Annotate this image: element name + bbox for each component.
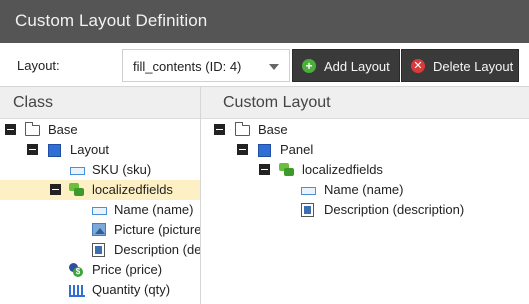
tree-node-label: Price (price) [92,262,163,277]
tree-node-name[interactable]: Name (name) [0,200,200,220]
input-field-icon [70,167,85,175]
tree-node-label: Picture (picture [114,222,201,237]
delete-layout-button[interactable]: ✕ Delete Layout [401,49,519,82]
textarea-icon [92,243,105,257]
tree-node-description[interactable]: Description (description) [201,200,529,220]
class-panel-title: Class [13,94,54,111]
custom-layout-panel-header: Custom Layout [201,87,529,119]
price-icon [69,263,83,277]
tree-node-localizedfields[interactable]: localizedfields [201,160,529,180]
layout-toolbar: Layout: fill_contents (ID: 4) + Add Layo… [0,43,529,87]
tree-node-label: SKU (sku) [92,162,152,177]
localizedfields-icon [69,183,85,198]
layout-label: Layout: [17,58,60,73]
input-field-icon [301,187,316,195]
delete-layout-label: Delete Layout [433,59,514,74]
localizedfields-icon [279,163,295,178]
class-panel: Class Base Layout SKU (sku) localizedfie… [0,87,201,304]
layout-select-value: fill_contents (ID: 4) [133,59,242,74]
folder-icon [235,122,250,136]
tree-node-label: Name (name) [324,182,404,197]
tree-node-label: localizedfields [302,162,383,177]
plus-icon: + [302,59,316,73]
tree-node-description[interactable]: Description (de [0,240,201,260]
class-panel-header: Class [0,87,200,119]
tree-node-picture[interactable]: Picture (picture [0,220,201,240]
add-layout-label: Add Layout [324,59,390,74]
collapse-toggle-icon[interactable] [50,184,61,195]
layout-select[interactable]: fill_contents (ID: 4) [122,49,290,82]
window-title: Custom Layout Definition [15,11,208,30]
textarea-icon [301,203,314,217]
folder-icon [25,122,40,136]
tree-node-panel[interactable]: Panel [201,140,529,160]
tree-node-label: Quantity (qty) [92,282,171,297]
tree-node-label: Name (name) [114,202,194,217]
tree-node-label: Description (description) [324,202,465,217]
collapse-toggle-icon[interactable] [259,164,270,175]
tree-node-layout[interactable]: Layout [0,140,200,160]
tree-node-localizedfields[interactable]: localizedfields [0,180,200,200]
chevron-down-icon[interactable] [269,64,279,70]
collapse-toggle-icon[interactable] [5,124,16,135]
layout-icon [48,144,61,157]
tree-node-label: Base [258,122,288,137]
tree-node-price[interactable]: Price (price) [0,260,200,280]
panel-icon [258,144,271,157]
tree-node-label: Description (de [114,242,201,257]
tree-node-label: Panel [280,142,314,157]
tree-node-base[interactable]: Base [0,120,200,140]
tree-node-label: Base [48,122,78,137]
tree-node-name[interactable]: Name (name) [201,180,529,200]
custom-layout-panel-title: Custom Layout [223,94,331,111]
tree-node-base[interactable]: Base [201,120,529,140]
collapse-toggle-icon[interactable] [214,124,225,135]
tree-node-quantity[interactable]: Quantity (qty) [0,280,200,300]
collapse-toggle-icon[interactable] [237,144,248,155]
tree-node-label: localizedfields [92,182,173,197]
tree-node-sku[interactable]: SKU (sku) [0,160,200,180]
input-field-icon [92,207,107,215]
close-icon: ✕ [411,59,425,73]
tree-node-label: Layout [70,142,110,157]
title-bar: Custom Layout Definition [0,0,529,43]
image-icon [92,223,106,236]
add-layout-button[interactable]: + Add Layout [292,49,400,82]
quantity-icon [69,285,85,297]
collapse-toggle-icon[interactable] [27,144,38,155]
custom-layout-panel: Custom Layout Base Panel localizedfields… [201,87,529,304]
